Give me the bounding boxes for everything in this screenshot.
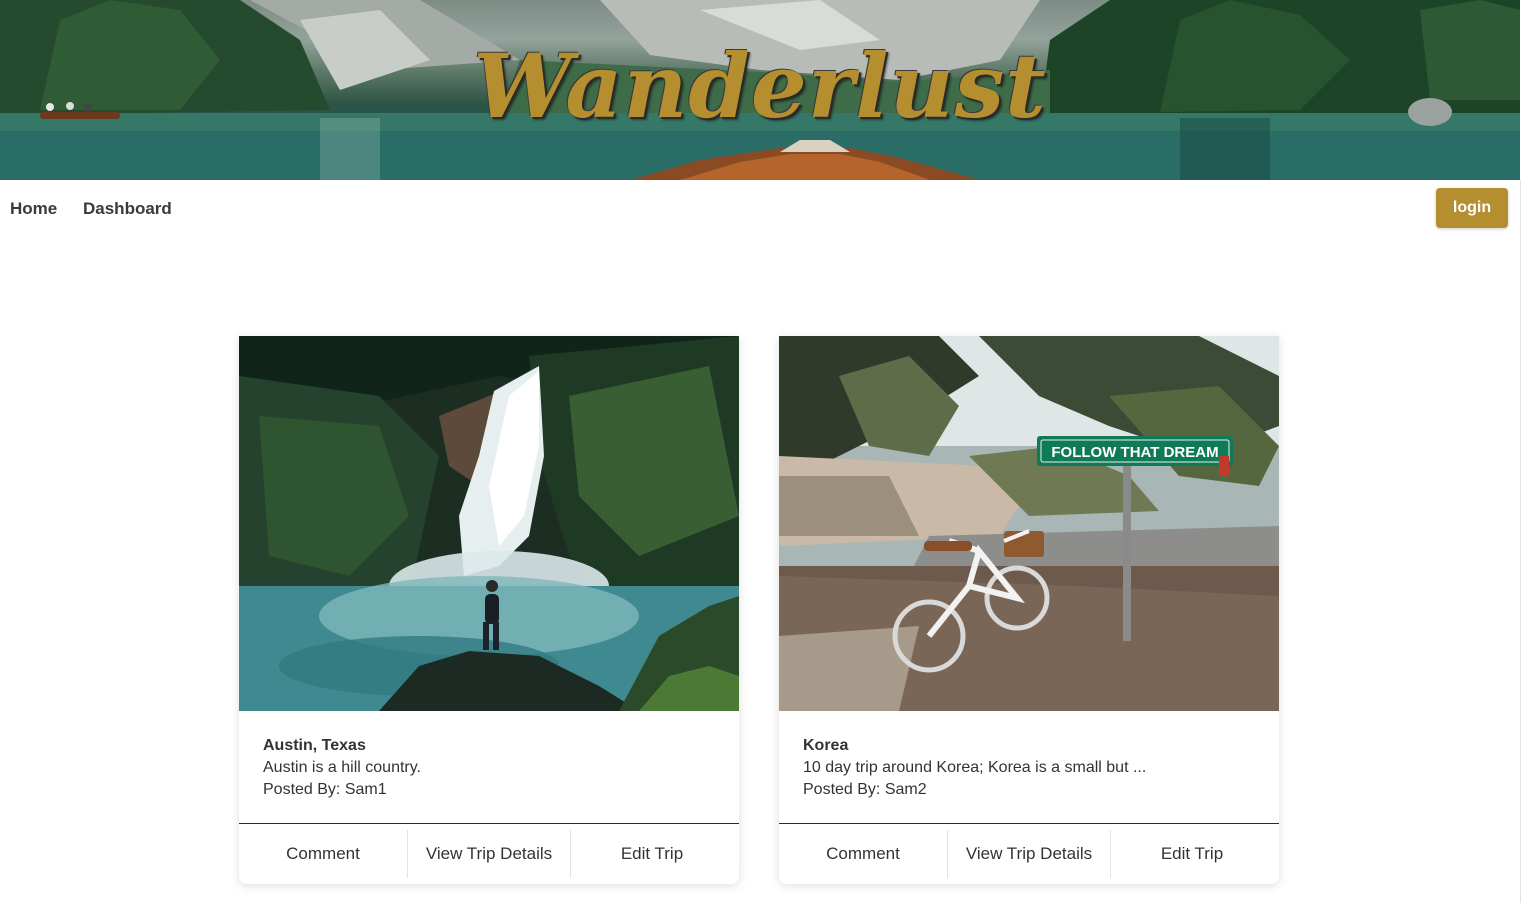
view-trip-details-button[interactable]: View Trip Details — [948, 830, 1110, 878]
trip-card-actions: Comment View Trip Details Edit Trip — [239, 824, 739, 884]
trip-card: Austin, Texas Austin is a hill country. … — [239, 336, 739, 884]
trip-title: Austin, Texas — [263, 737, 366, 754]
site-title: Wanderlust — [473, 34, 1047, 138]
trip-title: Korea — [803, 737, 849, 754]
edit-trip-button[interactable]: Edit Trip — [571, 830, 733, 878]
nav-link-dashboard[interactable]: Dashboard — [83, 199, 172, 219]
street-sign-text: FOLLOW THAT DREAM — [1051, 444, 1218, 461]
trip-description: 10 day trip around Korea; Korea is a sma… — [803, 759, 1147, 776]
edit-trip-button[interactable]: Edit Trip — [1111, 830, 1273, 878]
trip-card-actions: Comment View Trip Details Edit Trip — [779, 824, 1279, 884]
trip-card: FOLLOW THAT DREAM Korea 10 day trip arou… — [779, 336, 1279, 884]
comment-button[interactable]: Comment — [239, 830, 407, 878]
comment-button[interactable]: Comment — [779, 830, 947, 878]
trip-photo-waterfall — [239, 336, 739, 711]
view-trip-details-button[interactable]: View Trip Details — [408, 830, 570, 878]
nav-link-home[interactable]: Home — [10, 199, 57, 219]
trip-posted-by: Posted By: Sam2 — [803, 781, 927, 798]
trip-description: Austin is a hill country. — [263, 759, 421, 776]
header-banner: Wanderlust — [0, 0, 1520, 180]
top-navbar: Home Dashboard — [0, 180, 1520, 236]
trip-photo-bicycle: FOLLOW THAT DREAM — [779, 336, 1279, 711]
trip-posted-by: Posted By: Sam1 — [263, 781, 387, 798]
login-button[interactable]: login — [1436, 188, 1508, 228]
